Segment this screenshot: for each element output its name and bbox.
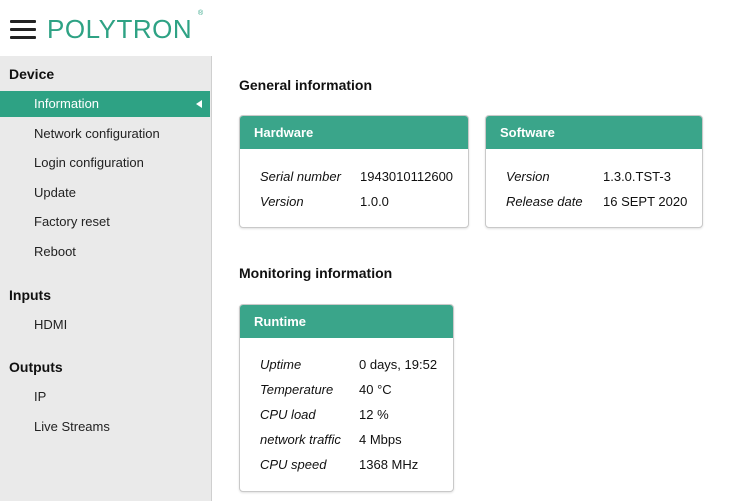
sidebar-item-label: Update (34, 185, 76, 200)
release-date-value: 16 SEPT 2020 (603, 194, 688, 209)
software-card-title: Software (486, 116, 702, 149)
sidebar-item-hdmi[interactable]: HDMI (0, 312, 211, 338)
sidebar-item-live-streams[interactable]: Live Streams (0, 414, 211, 440)
uptime-value: 0 days, 19:52 (359, 357, 438, 372)
cpu-load-value: 12 % (359, 407, 389, 422)
temperature-value: 40 °C (359, 382, 392, 397)
sidebar-item-factory-reset[interactable]: Factory reset (0, 209, 211, 235)
network-traffic-label: network traffic (260, 432, 341, 447)
software-version-label: Version (506, 169, 550, 184)
release-date-label: Release date (506, 194, 583, 209)
serial-number-value: 1943010112600 (360, 169, 454, 184)
sidebar-item-label: Information (34, 96, 100, 111)
temperature-label: Temperature (260, 382, 334, 397)
caret-left-icon (196, 100, 202, 108)
hardware-version-label: Version (260, 194, 304, 209)
hardware-version-value: 1.0.0 (360, 194, 389, 209)
sidebar-item-ip[interactable]: IP (0, 384, 211, 410)
software-version-value: 1.3.0.TST-3 (603, 169, 671, 184)
software-card: Software Version 1.3.0.TST-3 Release dat… (485, 115, 703, 228)
sidebar-item-label: Live Streams (34, 419, 110, 434)
sidebar-item-label: Network configuration (34, 126, 160, 141)
sidebar-item-label: Factory reset (34, 214, 110, 229)
monitoring-information-title: Monitoring information (239, 265, 393, 281)
cpu-speed-label: CPU speed (260, 457, 327, 472)
sidebar-item-login-configuration[interactable]: Login configuration (0, 150, 211, 176)
sidebar-item-information[interactable]: Information (0, 91, 210, 117)
hardware-card-title: Hardware (240, 116, 468, 149)
sidebar-section-device: Device (9, 66, 55, 82)
sidebar-item-label: Reboot (34, 244, 76, 259)
top-bar: POLYTRON ® (0, 0, 729, 50)
runtime-card: Runtime Uptime 0 days, 19:52 Temperature… (239, 304, 454, 492)
sidebar-section-outputs: Outputs (9, 359, 63, 375)
sidebar-item-network-configuration[interactable]: Network configuration (0, 121, 211, 147)
runtime-card-title: Runtime (240, 305, 453, 338)
uptime-label: Uptime (260, 357, 302, 372)
sidebar-item-update[interactable]: Update (0, 180, 211, 206)
sidebar-item-reboot[interactable]: Reboot (0, 239, 211, 265)
cpu-speed-value: 1368 MHz (359, 457, 419, 472)
sidebar: Device Information Network configuration… (0, 56, 212, 501)
registered-mark: ® (198, 10, 204, 17)
hardware-card: Hardware Serial number 1943010112600 Ver… (239, 115, 469, 228)
sidebar-item-label: HDMI (34, 317, 68, 332)
sidebar-item-label: Login configuration (34, 155, 144, 170)
serial-number-label: Serial number (260, 169, 341, 184)
cpu-load-label: CPU load (260, 407, 316, 422)
network-traffic-value: 4 Mbps (359, 432, 402, 447)
general-information-title: General information (239, 77, 373, 93)
sidebar-item-label: IP (34, 389, 47, 404)
sidebar-section-inputs: Inputs (9, 287, 51, 303)
menu-icon[interactable] (10, 20, 36, 40)
logo-text: POLYTRON (47, 14, 193, 44)
logo: POLYTRON (47, 14, 192, 44)
